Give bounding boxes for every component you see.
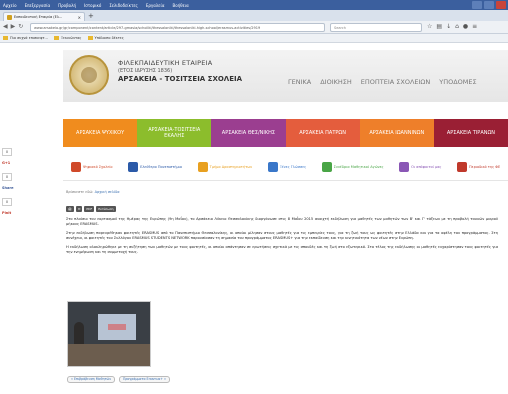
facebook-share-button[interactable]: Share [2,186,13,190]
breadcrumb: Βρίσκεστε εδώ: Αρχική σελίδα [66,190,120,194]
folder-icon [53,36,59,40]
article-paragraph: Στο πλαίσιο του εορτασμού της Ημέρας της… [66,217,498,226]
school-menu-item[interactable]: ΑΡΣΑΚΕΙΑ ΤΙΡΑΝΩΝ [433,119,508,147]
maximize-button[interactable] [484,1,494,9]
article-paragraph: Στην εκδήλωση παρευρέθηκαν φοιτητές ERAS… [66,231,498,240]
article-paragraph: Η εκδήλωση ολοκληρώθηκε με τη συζήτηση τ… [66,245,498,254]
partner-links: Ψηφιακό Σχολείο Ελεύθερο Πανεπιστήμιο Τμ… [63,153,508,181]
back-icon[interactable]: ◀ [3,23,8,30]
site-header: ΦΙΛΕΚΠΑΙΔΕΥΤΙΚΗ ΕΤΑΙΡΕΙΑ (ΕΤΟΣ ΙΔΡΥΣΗΣ 1… [63,50,508,102]
school-menu-item[interactable]: ΑΡΣΑΚΕΙΑ ΨΥΧΙΚΟΥ [63,119,138,147]
favicon-icon [7,14,12,20]
star-icon[interactable]: ☆ [427,23,432,30]
os-menu-edit[interactable]: Επεξεργασία [25,3,51,8]
social-share-sidebar: 0 G+1 0 Share 0 Pinit [0,148,13,223]
navigation-bar: ◀ ▶ ↻ www.arsakeio.gr/gr/component/conte… [0,21,508,34]
bookmark-getting-started[interactable]: Ξεκινώντας [53,36,82,40]
tab-strip: Εκπαιδευτική Εταιρία (Ελ... × + [0,10,508,21]
email-icon[interactable]: ✉ [75,206,83,212]
partner-link[interactable]: Οι απόφοιτοί μας [399,161,441,172]
school-menu-item[interactable]: ΑΡΣΑΚΕΙΑ-ΤΟΣΙΤΣΕΙΑ ΕΚΑΛΗΣ [137,119,212,147]
forward-icon[interactable]: ▶ [11,23,16,30]
school-menu-item[interactable]: ΑΡΣΑΚΕΙΑ ΠΑΤΡΩΝ [285,119,360,147]
pinterest-button[interactable]: Pinit [2,211,12,215]
folder-icon [3,36,8,40]
partner-logo-icon [197,161,208,172]
school-menu: ΑΡΣΑΚΕΙΑ ΨΥΧΙΚΟΥ ΑΡΣΑΚΕΙΑ-ΤΟΣΙΤΣΕΙΑ ΕΚΑΛ… [63,119,508,147]
desk-area [68,344,150,366]
nav-facilities[interactable]: ΥΠΟΔΟΜΕΣ [439,78,476,86]
bookmark-most-visited[interactable]: Πιο συχνά επισκεφτ... [3,36,48,40]
os-menu-bar: Αρχείο Επεξεργασία Προβολή Ιστορικό Σελι… [0,0,508,10]
tab-title: Εκπαιδευτική Εταιρία (Ελ... [14,15,63,19]
partner-logo-icon [457,161,468,172]
partner-logo-icon [321,161,332,172]
screen: Αρχείο Επεξεργασία Προβολή Ιστορικό Σελι… [0,0,508,394]
site-schools: ΑΡΣΑΚΕΙΑ - ΤΟΣΙΤΣΕΙΑ ΣΧΟΛΕΙΑ [118,75,243,83]
partner-link[interactable]: Τμήμα Δραστηριοτήτων [197,161,252,172]
url-input[interactable]: www.arsakeio.gr/gr/component/content/art… [30,23,325,32]
bookmark-other[interactable]: Υπόλοιπο δέκτες [87,36,124,40]
home-icon[interactable]: ⌂ [455,23,459,30]
window-controls [472,1,506,9]
partner-link[interactable]: Ξένες Γλώσσες [267,161,306,172]
tab-close-icon[interactable]: × [78,15,81,20]
close-button[interactable] [496,1,506,9]
school-menu-item[interactable]: ΑΡΣΑΚΕΙΑ ΘΕΣ/ΝΙΚΗΣ [211,119,286,147]
pdf-button[interactable]: PDF [84,206,95,212]
nav-supervision[interactable]: ΕΠΟΠΤΕΙΑ ΣΧΟΛΕΙΩΝ [361,78,430,86]
menu-icon[interactable]: ≡ [472,23,477,30]
logo[interactable] [69,55,109,95]
new-tab-button[interactable]: + [88,13,94,20]
article-tools: 🖨 ✉ PDF Εκτύπωση [66,206,116,212]
partner-link[interactable]: Συνέδρια Μαθητικοί Αγώνες [321,161,384,172]
bookmarks-icon[interactable]: ▤ [436,23,442,30]
breadcrumb-home-link[interactable]: Αρχική σελίδα [95,190,120,194]
article-pagination: « Επιβράβευση Μαθητών Προγράμματα Erasmu… [67,376,170,383]
partner-link[interactable]: Περιοδικό της ΦΕ [457,161,500,172]
print-icon[interactable]: 🖨 [66,206,74,212]
addon-icon[interactable]: ● [463,23,468,30]
os-menu-file[interactable]: Αρχείο [3,3,17,8]
site-name: ΦΙΛΕΚΠΑΙΔΕΥΤΙΚΗ ΕΤΑΙΡΕΙΑ [118,59,213,67]
search-input[interactable]: Search [330,23,422,32]
share-count: 0 [2,198,12,206]
partner-link[interactable]: Ψηφιακό Σχολείο [70,161,113,172]
os-menu-bookmarks[interactable]: Σελιδοδείκτες [109,3,138,8]
partner-link[interactable]: Ελεύθερο Πανεπιστήμιο [128,161,182,172]
share-count: 0 [2,148,12,156]
next-article-link[interactable]: Προγράμματα Erasmus+ » [118,376,170,383]
breadcrumb-prefix: Βρίσκεστε εδώ: [66,190,94,194]
os-menu-view[interactable]: Προβολή [58,3,76,8]
browser-tab[interactable]: Εκπαιδευτική Εταιρία (Ελ... × [3,12,85,21]
gplus-button[interactable]: G+1 [2,161,12,165]
school-menu-item[interactable]: ΑΡΣΑΚΕΙΑ ΙΩΑΝΝΙΝΩΝ [359,119,434,147]
reload-icon[interactable]: ↻ [18,23,23,30]
partner-logo-icon [399,161,410,172]
search-placeholder: Search [334,26,347,30]
nav-general[interactable]: ΓΕΝΙΚΑ [288,78,311,86]
os-menu-history[interactable]: Ιστορικό [84,3,101,8]
nav-administration[interactable]: ΔΙΟΙΚΗΣΗ [320,78,352,86]
bookmarks-bar: Πιο συχνά επισκεφτ... Ξεκινώντας Υπόλοιπ… [0,34,508,43]
partner-logo-icon [267,161,278,172]
os-menu-help[interactable]: Βοήθεια [172,3,188,8]
partner-logo-icon [70,161,81,172]
prev-article-link[interactable]: « Επιβράβευση Μαθητών [67,376,115,383]
share-count: 0 [2,173,12,181]
minimize-button[interactable] [472,1,482,9]
folder-icon [87,36,93,40]
os-menu-tools[interactable]: Εργαλεία [146,3,165,8]
partner-logo-icon [128,161,139,172]
top-nav: ΓΕΝΙΚΑ ΔΙΟΙΚΗΣΗ ΕΠΟΠΤΕΙΑ ΣΧΟΛΕΙΩΝ ΥΠΟΔΟΜ… [288,78,477,86]
article-body: Στο πλαίσιο του εορτασμού της Ημέρας της… [66,217,498,259]
projector-screen [98,314,136,340]
site-since: (ΕΤΟΣ ΙΔΡΥΣΗΣ 1836) [118,68,173,74]
event-photo[interactable] [67,301,151,367]
web-page: ΦΙΛΕΚΠΑΙΔΕΥΤΙΚΗ ΕΤΑΙΡΕΙΑ (ΕΤΟΣ ΙΔΡΥΣΗΣ 1… [0,43,508,394]
download-icon[interactable]: ↓ [446,23,451,30]
print-button[interactable]: Εκτύπωση [96,206,116,212]
